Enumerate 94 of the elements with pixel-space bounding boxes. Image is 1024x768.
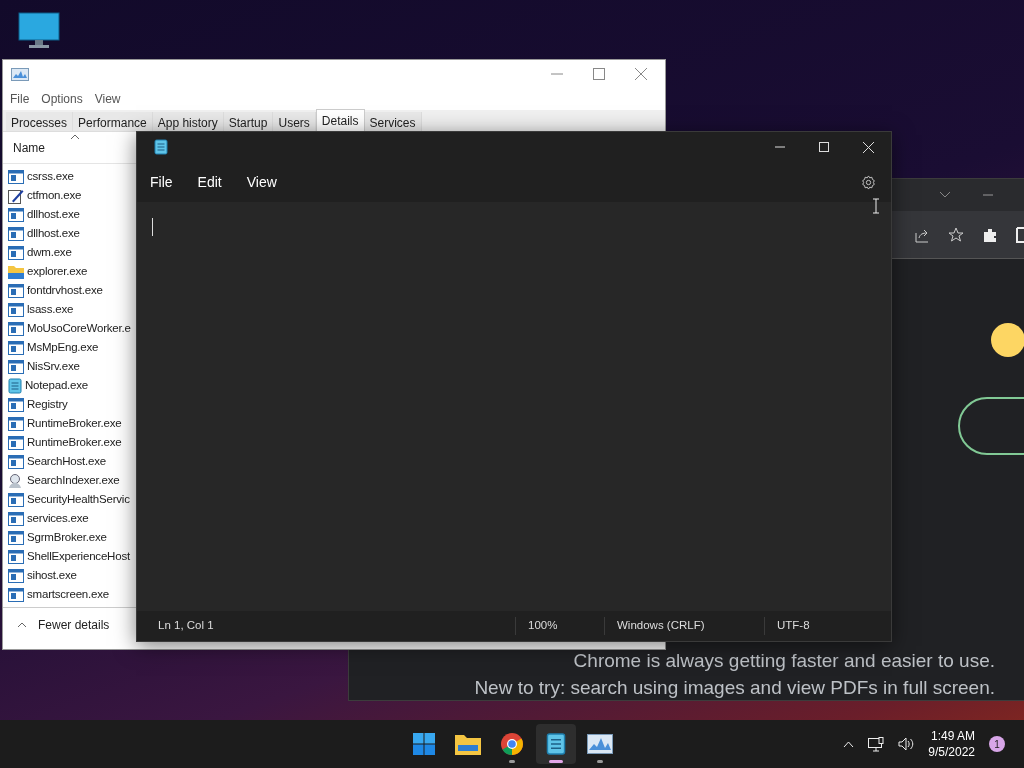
- clock-time: 1:49 AM: [930, 728, 975, 744]
- monitor-icon[interactable]: [18, 12, 60, 50]
- window-icon: [8, 283, 24, 298]
- menu-item[interactable]: File: [150, 171, 173, 193]
- sidebar-icon[interactable]: [1016, 226, 1024, 243]
- process-name: lsass.exe: [27, 301, 74, 317]
- running-indicator: [549, 760, 563, 763]
- tab[interactable]: Details: [315, 109, 365, 131]
- process-name: fontdrvhost.exe: [27, 282, 103, 298]
- column-header[interactable]: Name: [13, 139, 45, 157]
- process-name: SecurityHealthServic: [27, 491, 130, 507]
- process-name: RuntimeBroker.exe: [27, 415, 122, 431]
- window-icon: [8, 359, 24, 374]
- folder-icon[interactable]: [455, 733, 481, 755]
- process-name: dwm.exe: [27, 244, 72, 260]
- window-icon: [8, 207, 24, 222]
- clock-date: 9/5/2022: [928, 744, 975, 760]
- process-name: MoUsoCoreWorker.e: [27, 320, 131, 336]
- running-indicator: [597, 760, 603, 763]
- status-text: Windows (CRLF): [604, 617, 764, 635]
- window-icon: [8, 397, 24, 412]
- settings-icon[interactable]: [861, 174, 876, 190]
- window-icon: [8, 587, 24, 602]
- menu-item[interactable]: View: [246, 171, 277, 193]
- clock[interactable]: 1:49 AM 9/5/2022: [928, 728, 975, 760]
- sort-caret-icon: [71, 134, 79, 139]
- menu-item[interactable]: File: [10, 90, 30, 108]
- window-icon: [8, 454, 24, 469]
- process-name: smartscreen.exe: [27, 586, 109, 602]
- process-name: SgrmBroker.exe: [27, 529, 107, 545]
- running-indicator: [509, 760, 515, 763]
- tab[interactable]: Services: [364, 112, 422, 131]
- text-caret: [152, 218, 153, 236]
- pen-icon: [8, 187, 24, 204]
- tab[interactable]: Users: [273, 112, 316, 131]
- process-name: dllhost.exe: [27, 206, 80, 222]
- tab[interactable]: Startup: [223, 112, 274, 131]
- circle-illustration-drawing: [991, 323, 1024, 357]
- notepad-icon: [8, 377, 22, 394]
- process-name: services.exe: [27, 510, 89, 526]
- window-icon: [8, 226, 24, 241]
- browser-logo-icon[interactable]: [500, 732, 524, 756]
- process-name: dllhost.exe: [27, 225, 80, 241]
- process-name: SearchIndexer.exe: [27, 472, 120, 488]
- process-name: sihost.exe: [27, 567, 77, 583]
- process-name: explorer.exe: [27, 263, 88, 279]
- promo-text: Chrome is always getting faster and easier to use.: [573, 649, 995, 673]
- chevron-down-icon[interactable]: [939, 191, 951, 199]
- process-name: MsMpEng.exe: [27, 339, 99, 355]
- window-icon: [8, 340, 24, 355]
- process-name: SearchHost.exe: [27, 453, 107, 469]
- menu-item[interactable]: Edit: [197, 171, 222, 193]
- notepad-icon: [546, 732, 566, 756]
- notification-badge[interactable]: 1: [989, 736, 1005, 752]
- notepad-icon: [154, 139, 168, 155]
- text-cursor-icon: [872, 198, 880, 214]
- menu-item[interactable]: View: [94, 90, 121, 108]
- window-icon: [8, 169, 24, 184]
- window-icon: [8, 435, 24, 450]
- promo-text: New to try: search using images and view PDFs in full screen.: [474, 676, 995, 700]
- window-icon: [8, 549, 24, 564]
- tab[interactable]: App history: [152, 112, 224, 131]
- chevron-up-icon: [17, 622, 27, 628]
- star-icon[interactable]: [948, 226, 964, 243]
- process-name: Notepad.exe: [25, 377, 88, 393]
- process-name: Registry: [27, 396, 68, 412]
- window-icon: [8, 530, 24, 545]
- window-icon: [8, 245, 24, 260]
- fewer-details-link[interactable]: Fewer details: [38, 616, 110, 634]
- network-icon[interactable]: [868, 736, 885, 752]
- process-name: ctfmon.exe: [27, 187, 82, 203]
- puzzle-icon[interactable]: [982, 226, 998, 243]
- window-icon: [8, 511, 24, 526]
- window-icon: [8, 302, 24, 317]
- menu-item[interactable]: Options: [41, 90, 83, 108]
- process-name: NisSrv.exe: [27, 358, 80, 374]
- process-name: csrss.exe: [27, 168, 74, 184]
- status-text: Ln 1, Col 1: [157, 618, 215, 634]
- process-name: RuntimeBroker.exe: [27, 434, 122, 450]
- taskbar-app-button[interactable]: [536, 724, 576, 764]
- windows-start-icon[interactable]: [412, 732, 436, 756]
- chevron-up-icon[interactable]: [843, 740, 855, 748]
- tab[interactable]: Performance: [73, 112, 153, 131]
- window-icon: [8, 416, 24, 431]
- status-text: 100%: [515, 617, 604, 635]
- speaker-icon[interactable]: [898, 737, 915, 751]
- tab[interactable]: Processes: [6, 112, 74, 131]
- folder-icon: [8, 264, 24, 279]
- window-icon: [8, 321, 24, 336]
- process-name: ShellExperienceHost: [27, 548, 130, 564]
- chart-window-icon: [11, 67, 29, 81]
- status-text: UTF-8: [764, 617, 810, 635]
- window-icon: [8, 492, 24, 507]
- window-icon: [8, 568, 24, 583]
